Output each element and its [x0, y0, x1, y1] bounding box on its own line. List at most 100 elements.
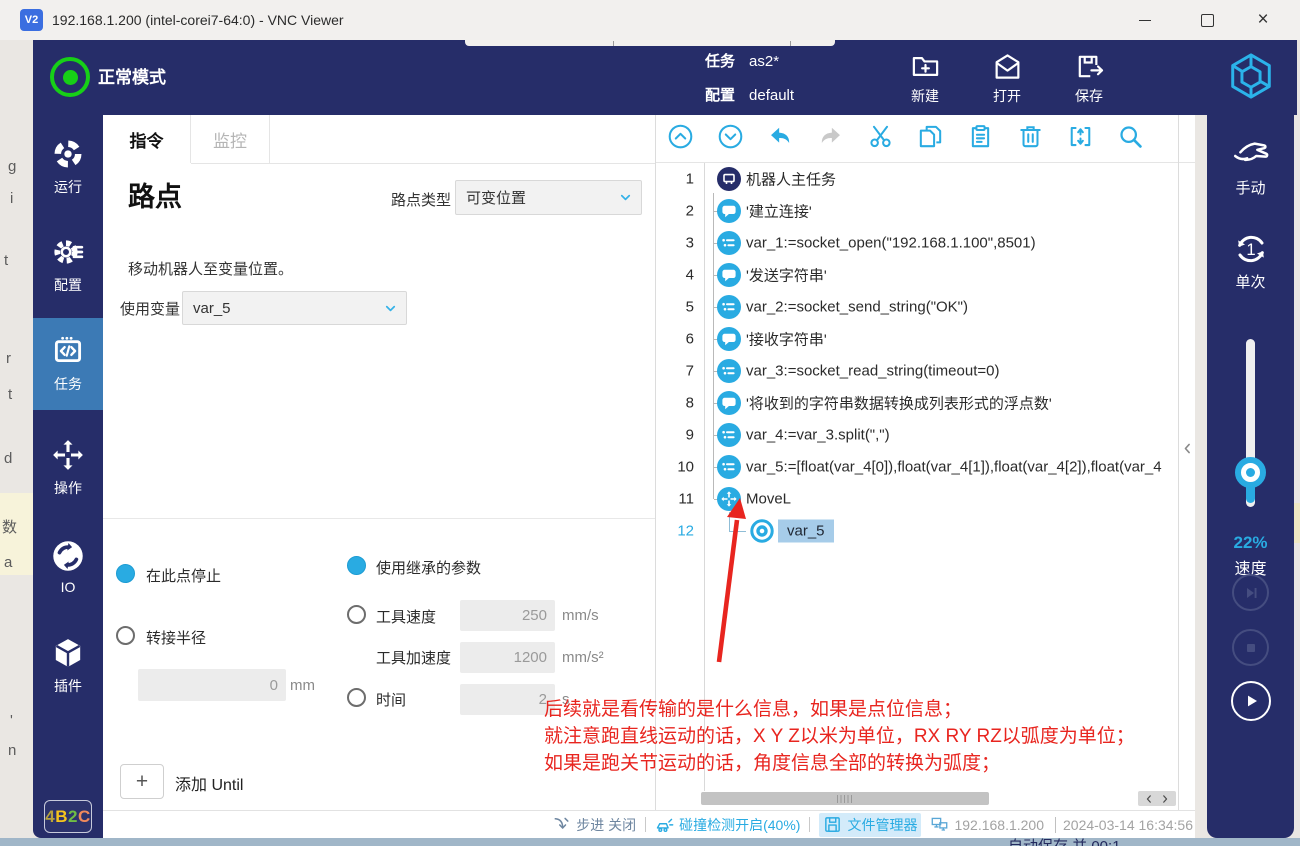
tool-speed-input[interactable]: 250: [460, 600, 555, 631]
waypoint-type-select[interactable]: 可变位置: [455, 180, 642, 215]
tab-monitor[interactable]: 监控: [191, 115, 270, 163]
time-input[interactable]: 2: [460, 684, 555, 715]
single-cycle-button[interactable]: 1 单次: [1207, 229, 1294, 292]
version-badge[interactable]: 4B2C: [44, 800, 92, 833]
tool-speed-radio[interactable]: [347, 605, 366, 624]
stop-here-radio[interactable]: [116, 564, 135, 583]
play-button[interactable]: [1231, 681, 1271, 721]
replace-button[interactable]: [1067, 123, 1094, 155]
redo-button[interactable]: [817, 123, 844, 155]
tree-row-9[interactable]: 9var_4:=var_3.split(","): [656, 419, 1178, 451]
tree-row-1[interactable]: 1机器人主任务: [656, 163, 1178, 195]
waypoint-type-label: 路点类型: [361, 189, 451, 210]
new-task-button[interactable]: 新建: [891, 46, 959, 110]
line-number: 12: [656, 523, 694, 540]
tool-accel-unit: mm/s²: [562, 649, 604, 666]
minimize-button[interactable]: [1122, 0, 1168, 40]
circle-chevron-down-icon: [717, 123, 744, 150]
tree-row-5[interactable]: 5var_2:=socket_send_string("OK"): [656, 291, 1178, 323]
file-manager-icon: [823, 815, 842, 834]
line-number: 5: [656, 299, 694, 316]
maximize-button[interactable]: [1184, 0, 1230, 40]
sidebar-item-label: 配置: [54, 275, 82, 295]
search-button[interactable]: [1117, 123, 1144, 155]
add-until-button[interactable]: +: [120, 764, 164, 799]
tool-accel-input[interactable]: 1200: [460, 642, 555, 673]
sidebar-item-io[interactable]: IO: [33, 531, 103, 603]
expand-all-button[interactable]: [717, 123, 744, 155]
undo-button[interactable]: [767, 123, 794, 155]
desktop-text-fragment: a: [4, 554, 12, 571]
sidebar-item-task[interactable]: 任务: [33, 318, 103, 410]
sidebar-item-run[interactable]: 运行: [33, 131, 103, 203]
desktop-text-fragment: d: [4, 450, 12, 467]
scrollbar-grip[interactable]: [837, 795, 853, 803]
tree-row-text: '将收到的字符串数据转换成列表形式的浮点数': [746, 393, 1052, 414]
code-window-icon: [51, 334, 85, 368]
open-task-icon: [992, 51, 1023, 82]
blend-radius-input[interactable]: 0: [138, 669, 286, 701]
scroll-arrow-buttons[interactable]: [1138, 791, 1176, 806]
step-mode-status[interactable]: 步进 关闭: [552, 815, 636, 835]
collapse-panel-handle[interactable]: [1181, 442, 1194, 455]
panel-right-divider: [1178, 115, 1179, 810]
time-radio[interactable]: [347, 688, 366, 707]
waypoint-type-value: 可变位置: [456, 187, 618, 208]
tree-row-6[interactable]: 6'接收字符串': [656, 323, 1178, 355]
desktop-text-fragment: 数: [2, 516, 17, 537]
sidebar-item-label: 任务: [54, 374, 82, 394]
tool-speed-label: 工具速度: [376, 606, 436, 627]
desktop-text-fragment: i: [10, 190, 13, 207]
assign-icon: [716, 358, 742, 384]
close-button[interactable]: ×: [1240, 0, 1286, 40]
paste-button[interactable]: [967, 123, 994, 155]
horizontal-scrollbar[interactable]: [701, 792, 989, 805]
page-title: 路点: [128, 175, 182, 214]
blend-radius-radio[interactable]: [116, 626, 135, 645]
use-variable-select[interactable]: var_5: [182, 291, 407, 325]
sidebar-item-label: 运行: [54, 177, 82, 197]
chevron-right-icon: [1160, 794, 1170, 804]
stop-here-label: 在此点停止: [146, 565, 221, 586]
tree-row-text: var_4:=var_3.split(","): [746, 427, 890, 444]
tree-row-3[interactable]: 3var_1:=socket_open("192.168.1.100",8501…: [656, 227, 1178, 259]
step-forward-button[interactable]: [1232, 574, 1269, 611]
inherit-params-label: 使用继承的参数: [376, 557, 481, 578]
stop-button[interactable]: [1232, 629, 1269, 666]
vnc-app-icon[interactable]: V2: [20, 9, 43, 31]
collapse-all-button[interactable]: [667, 123, 694, 155]
play-icon: [1241, 691, 1261, 711]
network-icon: [930, 815, 949, 834]
tree-row-4[interactable]: 4'发送字符串': [656, 259, 1178, 291]
speed-slider-knob[interactable]: [1235, 457, 1266, 488]
sidebar-item-config[interactable]: 配置: [33, 229, 103, 301]
save-task-button[interactable]: 保存: [1055, 46, 1123, 110]
action-label: 保存: [1075, 86, 1103, 106]
step-over-icon: [552, 815, 571, 834]
delete-button[interactable]: [1017, 123, 1044, 155]
tree-row-8[interactable]: 8 '将收到的字符串数据转换成列表形式的浮点数': [656, 387, 1178, 419]
manual-mode-button[interactable]: 手动: [1207, 135, 1294, 198]
mode-indicator-icon: [50, 57, 90, 97]
tree-row-10[interactable]: 10var_5:=[float(var_4[0]),float(var_4[1]…: [656, 451, 1178, 483]
tree-row-7[interactable]: 7var_3:=socket_read_string(timeout=0): [656, 355, 1178, 387]
open-task-button[interactable]: 打开: [973, 46, 1041, 110]
collision-detection-status[interactable]: 碰撞检测开启(40%): [655, 815, 800, 835]
file-manager-button[interactable]: 文件管理器: [819, 813, 921, 837]
sidebar-item-plugin[interactable]: 插件: [33, 630, 103, 702]
desktop-text-fragment: t: [8, 386, 12, 403]
tree-row-2[interactable]: 2'建立连接': [656, 195, 1178, 227]
single-cycle-icon: 1: [1229, 229, 1273, 269]
top-notch: [465, 38, 835, 46]
section-divider: [103, 518, 655, 519]
annotation-line: 后续就是看传输的是什么信息，如果是点位信息；: [544, 696, 1135, 723]
cut-button[interactable]: [867, 123, 894, 155]
copy-button[interactable]: [917, 123, 944, 155]
tab-instruction[interactable]: 指令: [103, 115, 191, 163]
tree-row-text: '接收字符串': [746, 329, 827, 350]
inherit-params-radio[interactable]: [347, 556, 366, 575]
desktop-text-fragment: n: [8, 742, 16, 759]
line-number: 8: [656, 395, 694, 412]
sidebar-item-label: 插件: [54, 676, 82, 696]
sidebar-item-operate[interactable]: 操作: [33, 432, 103, 504]
